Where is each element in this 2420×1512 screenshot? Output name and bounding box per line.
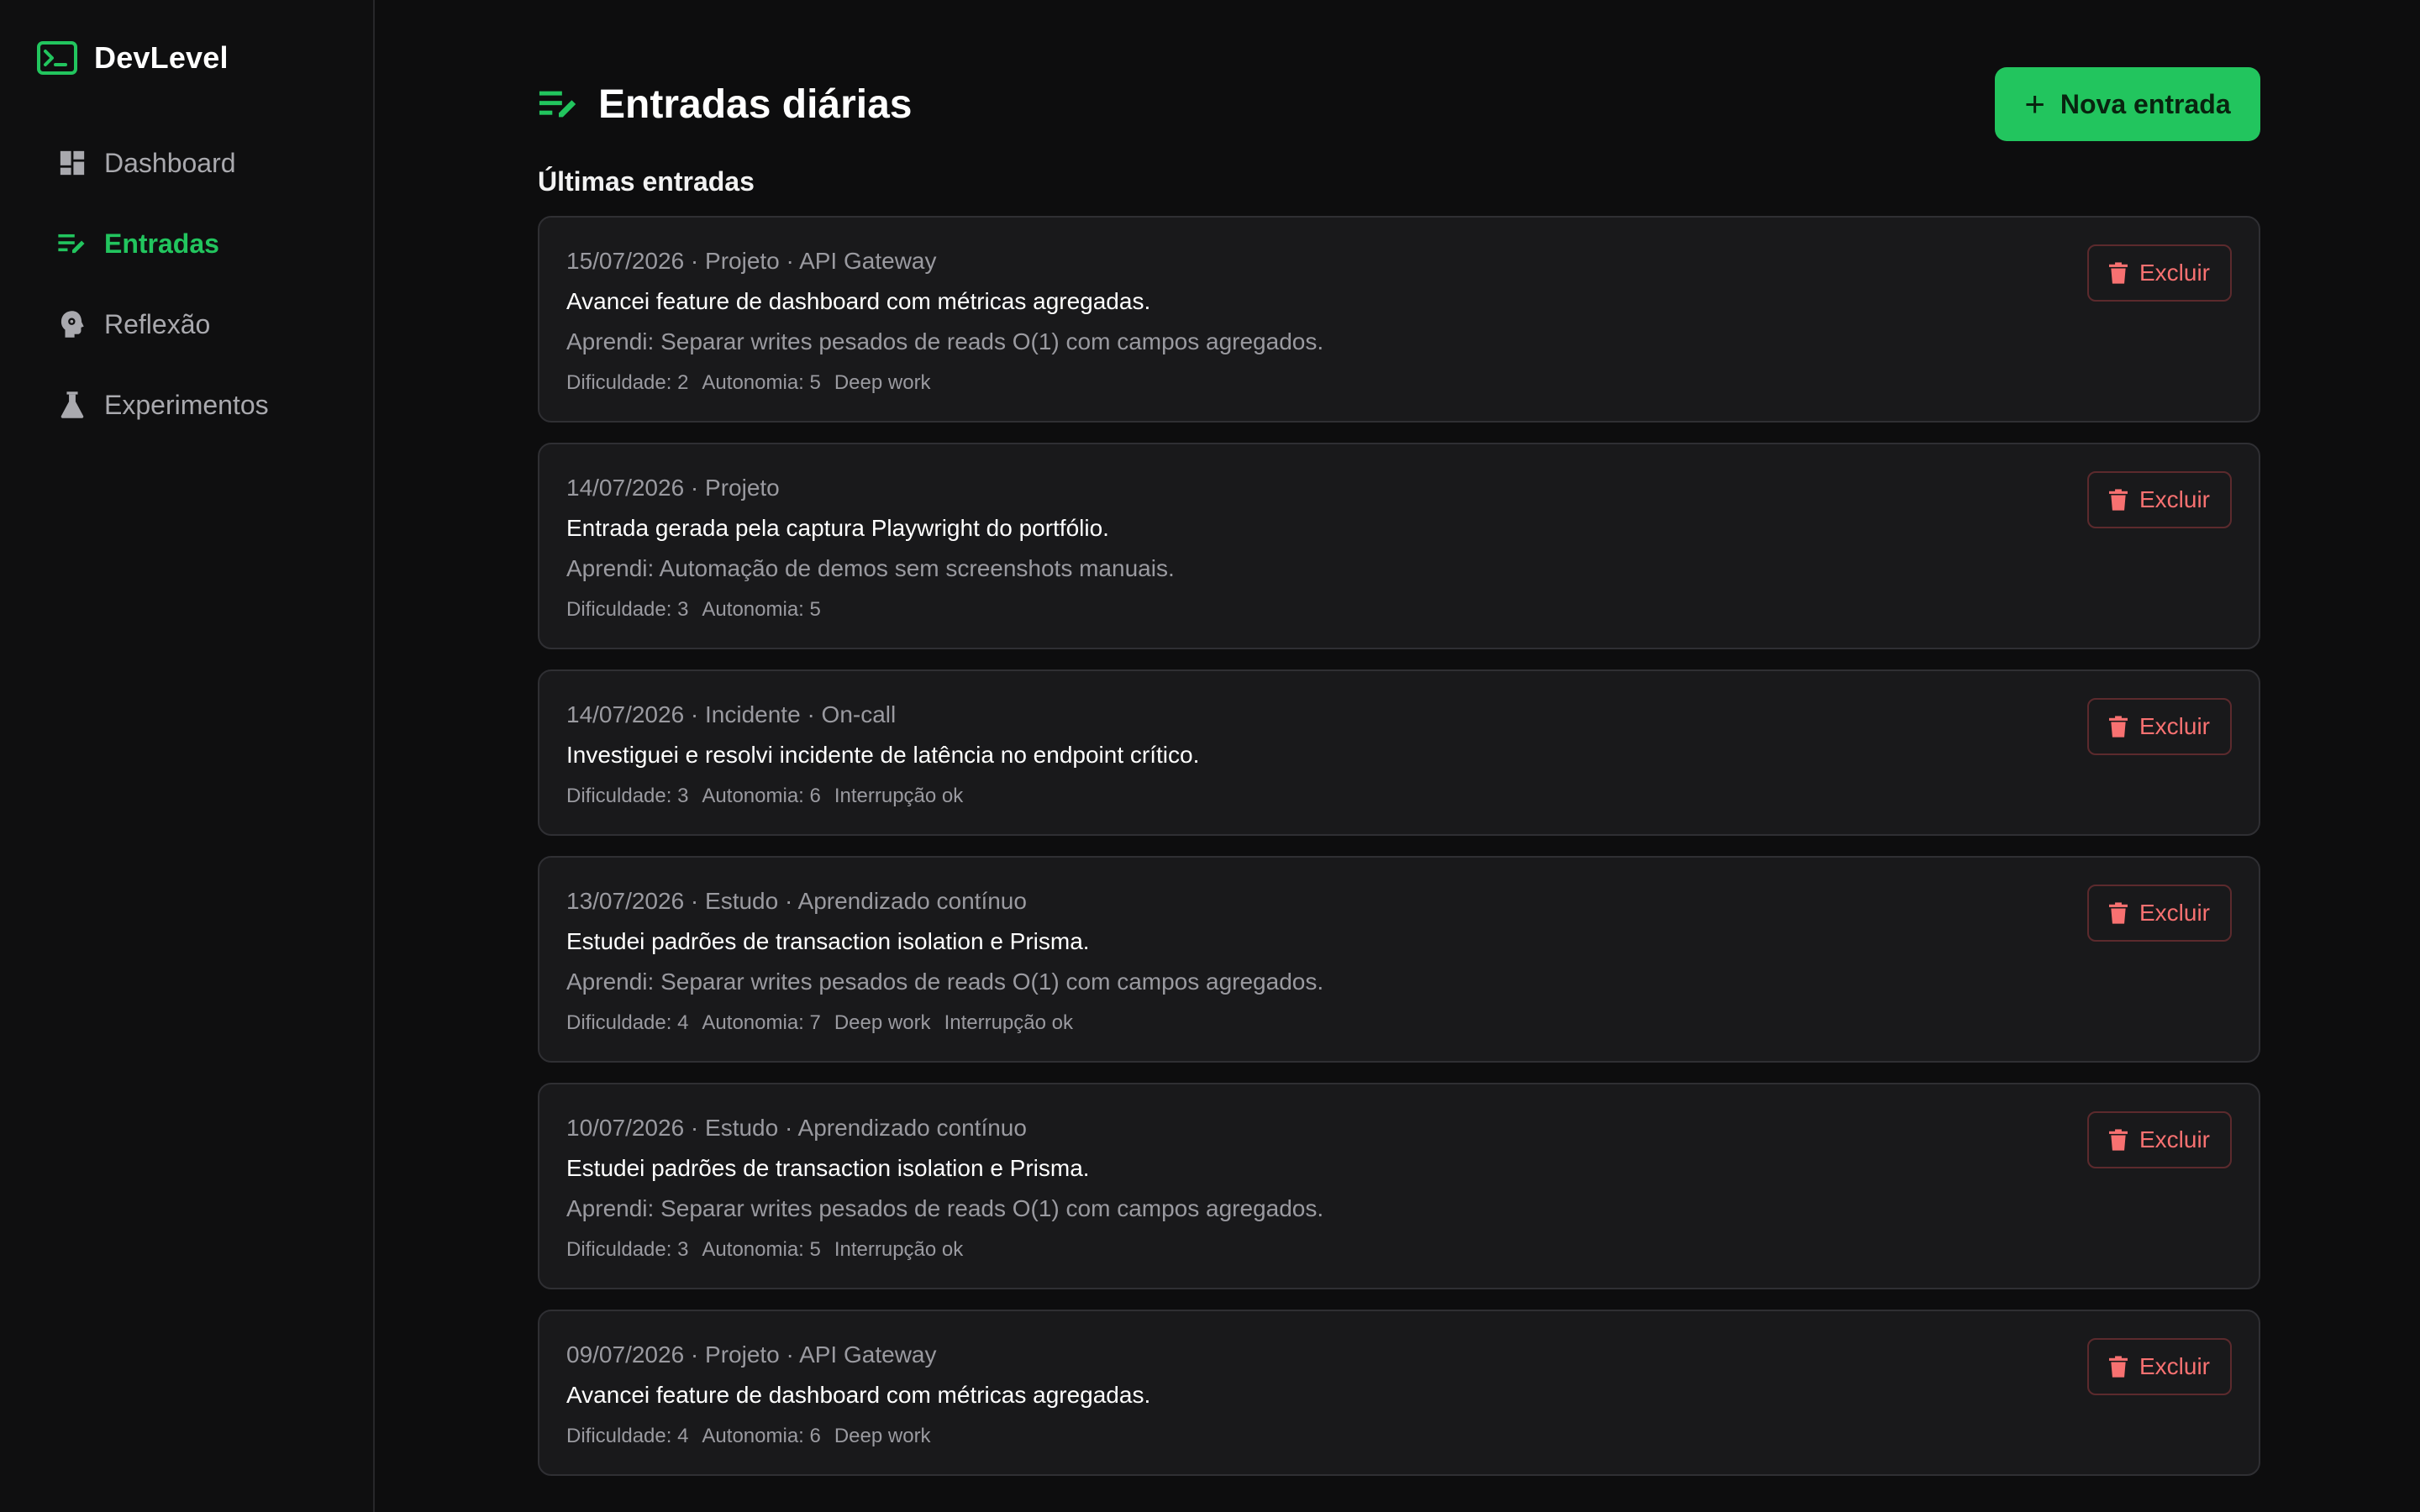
main-content: Entradas diárias + Nova entrada Últimas … (375, 0, 2420, 1512)
entries-list: 15/07/2026 · Projeto · API Gateway Avanc… (538, 216, 2260, 1476)
delete-label: Excluir (2139, 486, 2210, 512)
entry-tags: Dificuldade: 3 Autonomia: 5 (566, 597, 2232, 622)
entry-learned: Aprendi: Separar writes pesados de reads… (566, 1195, 1324, 1221)
delete-button[interactable]: Excluir (2087, 1338, 2232, 1395)
entry-description: Estudei padrões de transaction isolation… (566, 928, 1090, 954)
entry-tags: Dificuldade: 3 Autonomia: 6 Interrupção … (566, 784, 2232, 809)
entry-meta: 13/07/2026 · Estudo · Aprendizado contín… (566, 888, 1027, 914)
sidebar-item-reflexao[interactable]: Reflexão (0, 284, 373, 365)
entry-meta: 09/07/2026 · Projeto · API Gateway (566, 1341, 937, 1368)
entry-tag: Dificuldade: 3 (566, 785, 689, 807)
entry-learned: Aprendi: Automação de demos sem screensh… (566, 555, 1175, 581)
entry-tag: Dificuldade: 3 (566, 598, 689, 621)
entry-tag: Interrupção ok (834, 785, 964, 807)
delete-button[interactable]: Excluir (2087, 885, 2232, 942)
section-title: Últimas entradas (538, 166, 755, 197)
trash-icon (2108, 902, 2128, 924)
brand-name: DevLevel (94, 40, 229, 75)
entry-card: 09/07/2026 · Projeto · API Gateway Avanc… (538, 1310, 2260, 1476)
delete-label: Excluir (2139, 1353, 2210, 1379)
entry-meta: 15/07/2026 · Projeto · API Gateway (566, 248, 937, 274)
entry-tag: Deep work (834, 1425, 931, 1447)
delete-button[interactable]: Excluir (2087, 244, 2232, 302)
sidebar-item-label: Entradas (104, 228, 219, 259)
entry-card: 14/07/2026 · Incidente · On-call Investi… (538, 669, 2260, 836)
entry-tag: Interrupção ok (834, 1238, 964, 1261)
brand[interactable]: DevLevel (0, 37, 373, 79)
delete-label: Excluir (2139, 1126, 2210, 1152)
entry-card: 14/07/2026 · Projeto Entrada gerada pela… (538, 443, 2260, 649)
delete-label: Excluir (2139, 900, 2210, 926)
entry-tags: Dificuldade: 3 Autonomia: 5 Interrupção … (566, 1237, 2232, 1263)
entry-card: 10/07/2026 · Estudo · Aprendizado contín… (538, 1083, 2260, 1289)
delete-label: Excluir (2139, 713, 2210, 739)
entry-tag: Autonomia: 5 (702, 1238, 821, 1261)
entry-tag: Dificuldade: 2 (566, 371, 689, 394)
entry-description: Avancei feature de dashboard com métrica… (566, 1382, 1151, 1408)
entry-meta: 10/07/2026 · Estudo · Aprendizado contín… (566, 1115, 1027, 1141)
entry-tag: Dificuldade: 3 (566, 1238, 689, 1261)
head-gear-icon (57, 309, 87, 339)
new-entry-label: Nova entrada (2060, 88, 2231, 119)
entry-tags: Dificuldade: 4 Autonomia: 6 Deep work (566, 1424, 2232, 1449)
delete-label: Excluir (2139, 260, 2210, 286)
sidebar: DevLevel Dashboard Entradas Reflexão Exp… (0, 0, 375, 1512)
trash-icon (2108, 489, 2128, 511)
sidebar-item-dashboard[interactable]: Dashboard (0, 123, 373, 203)
dashboard-icon (57, 148, 87, 178)
entry-tag: Interrupção ok (944, 1011, 1073, 1034)
entry-meta: 14/07/2026 · Projeto (566, 475, 780, 501)
entry-tag: Autonomia: 5 (702, 371, 821, 394)
entry-tag: Dificuldade: 4 (566, 1011, 689, 1034)
entry-tag: Autonomia: 6 (702, 1425, 821, 1447)
sidebar-nav: Dashboard Entradas Reflexão Experimentos (0, 123, 373, 445)
entry-tag: Autonomia: 5 (702, 598, 821, 621)
entry-tag: Deep work (834, 371, 931, 394)
entry-card: 15/07/2026 · Projeto · API Gateway Avanc… (538, 216, 2260, 423)
entry-tag: Autonomia: 7 (702, 1011, 821, 1034)
flask-icon (57, 390, 87, 420)
sidebar-item-label: Dashboard (104, 147, 236, 178)
entry-description: Entrada gerada pela captura Playwright d… (566, 515, 1109, 541)
entry-learned: Aprendi: Separar writes pesados de reads… (566, 328, 1324, 354)
plus-icon: + (2024, 84, 2045, 123)
terminal-icon (37, 41, 77, 75)
sidebar-item-label: Reflexão (104, 308, 211, 339)
delete-button[interactable]: Excluir (2087, 1111, 2232, 1168)
delete-button[interactable]: Excluir (2087, 471, 2232, 528)
edit-list-icon (539, 91, 576, 118)
sidebar-item-entradas[interactable]: Entradas (0, 203, 373, 284)
entry-description: Estudei padrões de transaction isolation… (566, 1155, 1090, 1181)
page-header: Entradas diárias + Nova entrada (538, 67, 2260, 141)
delete-button[interactable]: Excluir (2087, 698, 2232, 755)
entry-card: 13/07/2026 · Estudo · Aprendizado contín… (538, 856, 2260, 1063)
entry-description: Avancei feature de dashboard com métrica… (566, 288, 1151, 314)
sidebar-item-experimentos[interactable]: Experimentos (0, 365, 373, 445)
new-entry-button[interactable]: + Nova entrada (1995, 67, 2260, 141)
entry-tag: Dificuldade: 4 (566, 1425, 689, 1447)
trash-icon (2108, 716, 2128, 738)
trash-icon (2108, 1356, 2128, 1378)
trash-icon (2108, 1129, 2128, 1151)
edit-list-icon (57, 228, 87, 259)
entry-description: Investiguei e resolvi incidente de latên… (566, 742, 1200, 768)
entry-learned: Aprendi: Separar writes pesados de reads… (566, 969, 1324, 995)
sidebar-item-label: Experimentos (104, 389, 269, 420)
page-title: Entradas diárias (598, 81, 913, 127)
entry-tags: Dificuldade: 2 Autonomia: 5 Deep work (566, 370, 2232, 396)
entry-tag: Autonomia: 6 (702, 785, 821, 807)
entry-meta: 14/07/2026 · Incidente · On-call (566, 701, 897, 727)
entry-tags: Dificuldade: 4 Autonomia: 7 Deep work In… (566, 1011, 2232, 1036)
entry-tag: Deep work (834, 1011, 931, 1034)
trash-icon (2108, 262, 2128, 284)
